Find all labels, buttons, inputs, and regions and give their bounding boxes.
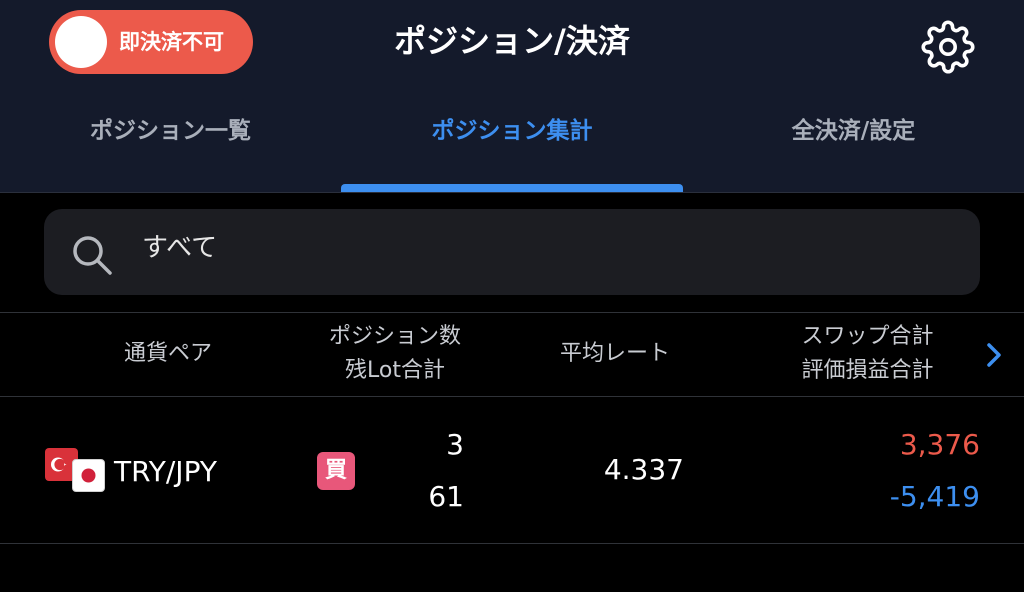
average-rate: 4.337 — [603, 453, 684, 486]
search-icon — [73, 236, 112, 275]
lot-total: 61 — [428, 480, 464, 513]
toggle-knob[interactable] — [55, 16, 107, 68]
tab-position-summary[interactable]: ポジション集計 — [341, 100, 683, 162]
divider — [0, 312, 1024, 313]
currency-filter-search[interactable]: すべて — [44, 209, 980, 295]
pl-total: -5,419 — [889, 480, 980, 513]
position-count: 3 — [446, 428, 464, 461]
gear-icon[interactable] — [921, 20, 975, 74]
column-header-pl-total: 評価損益合計 — [801, 358, 934, 383]
header-divider — [0, 192, 1024, 193]
active-tab-indicator — [341, 184, 683, 192]
chevron-right-icon[interactable] — [980, 340, 1008, 370]
tab-position-list[interactable]: ポジション一覧 — [0, 100, 341, 162]
column-header-lot-total: 残Lot合計 — [345, 358, 445, 383]
buy-badge: 買 — [317, 452, 355, 490]
header-bar: 即決済不可 ポジション/決済 ポジション一覧 ポジション集計 全決済/設定 — [0, 0, 1024, 192]
search-value: すべて — [142, 233, 218, 263]
tab-settle-all-settings[interactable]: 全決済/設定 — [683, 100, 1024, 162]
japan-flag-icon — [72, 459, 105, 492]
divider — [0, 396, 1024, 397]
divider — [0, 543, 1024, 544]
currency-pair: TRY/JPY — [114, 455, 217, 488]
column-header-position-count: ポジション数 — [328, 324, 461, 349]
toggle-label: 即決済不可 — [119, 30, 224, 54]
column-header-swap-total: スワップ合計 — [801, 324, 934, 349]
instant-settle-toggle[interactable]: 即決済不可 — [49, 10, 253, 74]
column-header-avg-rate: 平均レート — [559, 341, 670, 366]
column-header-pair: 通貨ペア — [123, 341, 212, 366]
tab-bar: ポジション一覧 ポジション集計 全決済/設定 — [0, 100, 1024, 192]
page-title: ポジション/決済 — [394, 22, 630, 60]
swap-total: 3,376 — [899, 428, 980, 461]
